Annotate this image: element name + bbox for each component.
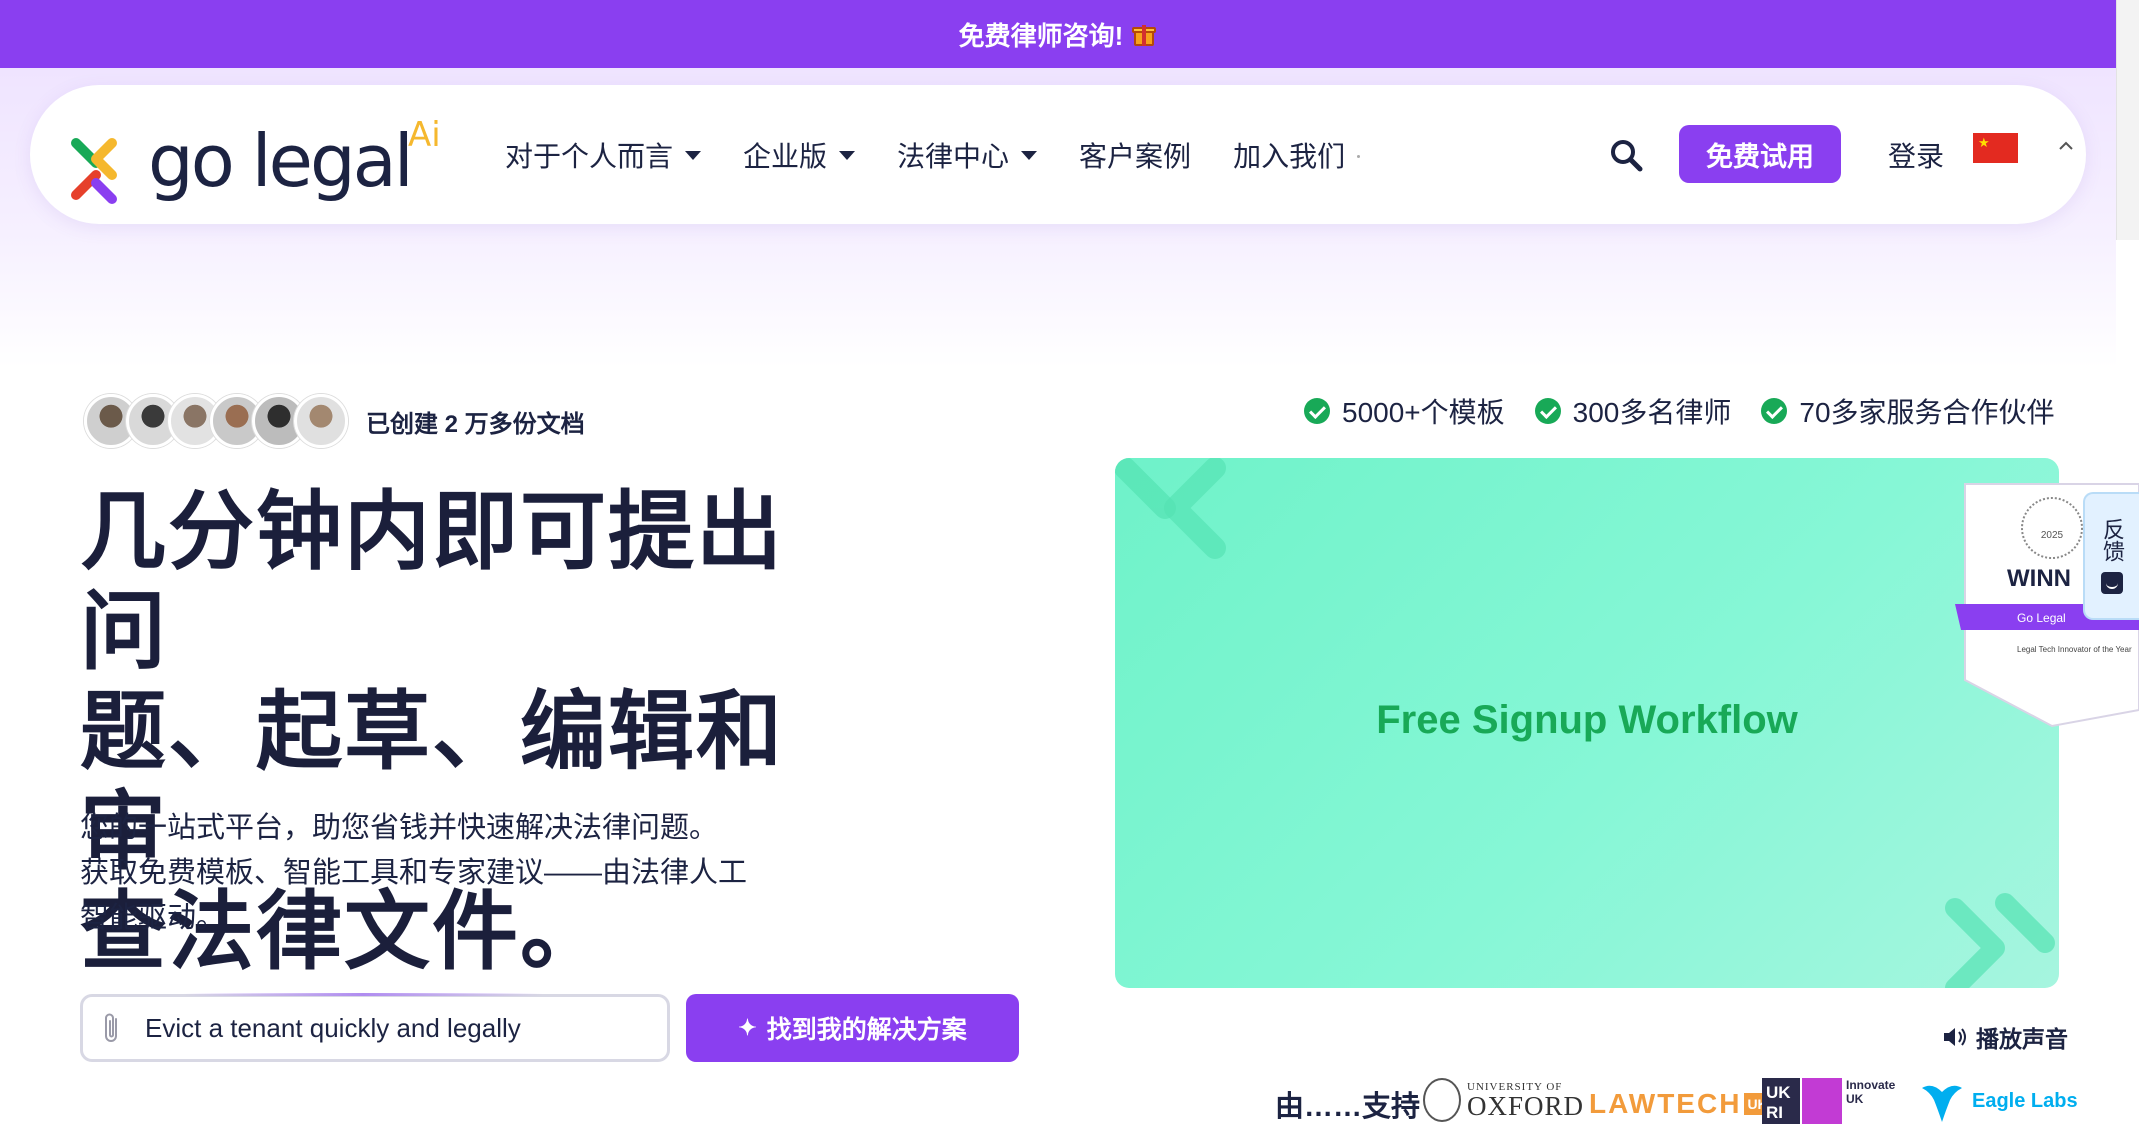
eagle-labs-text: Eagle Labs [1972, 1089, 2078, 1112]
chevron-up-icon[interactable] [2057, 137, 2075, 155]
nav-item-business[interactable]: 企业版 [743, 135, 856, 175]
stat-label: 70多家服务合作伙伴 [1799, 397, 2055, 428]
svg-text:RI: RI [1766, 1103, 1783, 1122]
stats-row: 5000+个模板 300多名律师 70多家服务合作伙伴 [1304, 391, 2055, 431]
subtext-line: 获取免费模板、智能工具和专家建议——由法律人工 [80, 857, 748, 889]
logo-text: go legal [148, 119, 414, 203]
svg-text:UK: UK [1766, 1083, 1791, 1102]
smiley-icon [2101, 572, 2123, 594]
promo-banner[interactable]: 免费律师咨询! [0, 0, 2116, 68]
stat-partners: 70多家服务合作伙伴 [1761, 391, 2055, 431]
search-box[interactable] [80, 993, 670, 1062]
nav-item-case-studies[interactable]: 客户案例 [1079, 135, 1191, 175]
logo[interactable]: go legal Ai [68, 115, 478, 205]
innovate-line: Innovate [1846, 1078, 1896, 1092]
free-trial-button[interactable]: 免费试用 [1679, 125, 1841, 183]
speaker-icon [1944, 1028, 1966, 1046]
stat-label: 5000+个模板 [1342, 397, 1505, 428]
check-circle-icon [1761, 398, 1788, 424]
logo-mark-icon [71, 138, 117, 204]
play-sound-label: 播放声音 [1976, 1026, 2068, 1052]
check-circle-icon [1304, 398, 1330, 424]
video-player[interactable]: Free Signup Workflow [1115, 458, 2059, 988]
nav-links: 对于个人而言 企业版 法律中心 客户案例 加入我们 [505, 85, 1361, 224]
sparkle-icon: ✦ [738, 1015, 757, 1040]
docs-created-text: 已创建 2 万多份文档 [366, 411, 585, 438]
avatar-group [84, 394, 348, 448]
lawtech-text: LAWTECH [1589, 1088, 1742, 1119]
play-sound-button[interactable]: 播放声音 [1942, 1020, 2068, 1054]
award-name: Go Legal [2017, 611, 2066, 625]
find-solution-button[interactable]: ✦ 找到我的解决方案 [686, 994, 1019, 1062]
nav-item-label: 对于个人而言 [505, 140, 674, 172]
decorative-logo-mark-icon [1115, 458, 1226, 559]
nav-item-legal-center[interactable]: 法律中心 [897, 135, 1038, 175]
hero-subtext: 您的一站式平台，助您省钱并快速解决法律问题。 获取免费模板、智能工具和专家建议—… [80, 806, 800, 941]
caret-down-icon [685, 151, 702, 160]
nav-item-label: 客户案例 [1079, 140, 1192, 172]
scrollbar[interactable] [2116, 0, 2139, 240]
feedback-tab[interactable]: 反馈 [2083, 492, 2139, 620]
eagle-icon [1922, 1085, 1962, 1122]
login-link[interactable]: 登录 [1888, 135, 1944, 175]
nav-item-individuals[interactable]: 对于个人而言 [505, 135, 702, 175]
oxford-big-text: OXFORD [1467, 1091, 1585, 1121]
innovate-wordmark: Innovate UK [1846, 1078, 1895, 1106]
feedback-label: 反馈 [2100, 518, 2125, 562]
video-title: Free Signup Workflow [1376, 698, 1798, 742]
oxford-wordmark: UNIVERSITY OF OXFORD [1467, 1081, 1585, 1121]
stat-templates: 5000+个模板 [1304, 391, 1505, 431]
search-input[interactable] [145, 1012, 615, 1044]
nav-item-label: 法律中心 [897, 140, 1010, 172]
china-flag-icon[interactable]: ★ [1973, 133, 2018, 163]
oxford-crest-icon [1423, 1078, 1461, 1122]
stat-label: 300多名律师 [1572, 397, 1732, 428]
award-heading: WINN [2007, 565, 2071, 592]
oxford-logo[interactable]: UNIVERSITY OF OXFORD [1423, 1078, 1584, 1122]
avatar [294, 394, 348, 448]
innovate-line: UK [1846, 1092, 1864, 1106]
caret-down-icon [1021, 151, 1038, 160]
nav-separator-dot [1357, 155, 1361, 158]
nav-item-join-us[interactable]: 加入我们 [1233, 135, 1345, 175]
supported-by-label: 由……支持 [1275, 1091, 1421, 1123]
headline-line: 几分钟内即可提出问 [80, 482, 784, 682]
innovate-uk-logo[interactable]: Innovate UK [1846, 1078, 1895, 1106]
subtext-line: 您的一站式平台，助您省钱并快速解决法律问题。 [80, 812, 719, 844]
navbar: go legal Ai 对于个人而言 企业版 法律中心 客户案例 加入我们 免费… [30, 85, 2086, 224]
logo-ai-suffix: Ai [408, 115, 441, 155]
decorative-logo-mark-icon [1945, 893, 2055, 988]
search-icon[interactable] [1608, 137, 1644, 173]
award-year: 2025 [2041, 530, 2064, 541]
check-circle-icon [1534, 398, 1561, 424]
nav-item-label: 企业版 [743, 140, 828, 172]
lawtech-uk-logo[interactable]: LAWTECH UK [1589, 1088, 1771, 1120]
subtext-line: 智能驱动。 [80, 902, 226, 934]
award-caption: Legal Tech Innovator of the Year [2017, 645, 2132, 654]
eagle-labs-logo[interactable]: Eagle Labs [1918, 1078, 2078, 1124]
caret-down-icon [839, 151, 856, 160]
find-solution-label: 找到我的解决方案 [766, 1016, 967, 1044]
nav-item-label: 加入我们 [1233, 140, 1346, 172]
paperclip-icon[interactable] [101, 1011, 123, 1045]
stat-lawyers: 300多名律师 [1534, 391, 1732, 431]
promo-text[interactable]: 免费律师咨询! [959, 16, 1124, 53]
gift-icon [1131, 21, 1157, 47]
ukri-logo[interactable]: UK RI [1762, 1078, 1842, 1124]
